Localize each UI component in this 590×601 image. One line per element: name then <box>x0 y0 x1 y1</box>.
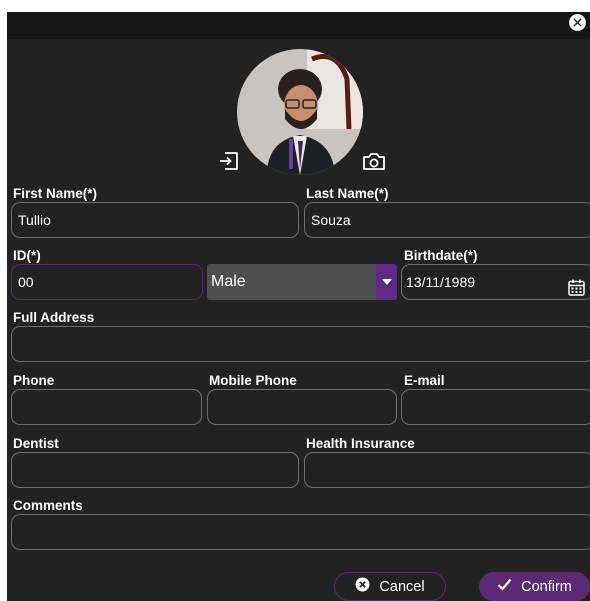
confirm-label: Confirm <box>521 578 572 595</box>
dentist-field[interactable] <box>11 452 299 488</box>
cancel-button[interactable]: Cancel <box>334 572 446 601</box>
first-name-field[interactable]: Tullio <box>11 202 299 238</box>
profile-photo <box>237 49 363 175</box>
email-label: E-mail <box>404 373 445 388</box>
patient-form-dialog: First Name(*) Last Name(*) Tullio Souza … <box>7 39 590 601</box>
x-circle-icon <box>355 577 370 596</box>
calendar-icon[interactable] <box>568 274 585 299</box>
birthdate-field[interactable]: 13/11/1989 <box>401 264 590 300</box>
mobile-phone-label: Mobile Phone <box>209 373 297 388</box>
confirm-button[interactable]: Confirm <box>479 572 590 601</box>
last-name-value: Souza <box>311 212 351 228</box>
id-value: 00 <box>18 274 34 290</box>
title-bar <box>7 12 590 39</box>
phone-field[interactable] <box>11 389 202 425</box>
dentist-label: Dentist <box>13 436 59 451</box>
comments-label: Comments <box>13 498 83 513</box>
close-icon[interactable] <box>569 14 586 31</box>
id-field[interactable]: 00 <box>11 264 203 300</box>
health-insurance-label: Health Insurance <box>306 436 415 451</box>
first-name-value: Tullio <box>18 212 51 228</box>
gender-selected-value: Male <box>211 273 246 290</box>
birthdate-value: 13/11/1989 <box>406 274 476 290</box>
camera-icon[interactable] <box>362 151 386 176</box>
last-name-label: Last Name(*) <box>306 186 389 201</box>
id-label: ID(*) <box>13 248 41 263</box>
cancel-label: Cancel <box>379 578 425 595</box>
last-name-field[interactable]: Souza <box>304 202 590 238</box>
checkmark-icon <box>497 578 512 595</box>
email-field[interactable] <box>401 389 590 425</box>
comments-field[interactable] <box>11 514 590 550</box>
full-address-field[interactable] <box>11 326 590 362</box>
health-insurance-field[interactable] <box>304 452 590 488</box>
import-photo-icon[interactable] <box>218 151 240 176</box>
birthdate-label: Birthdate(*) <box>404 248 478 263</box>
full-address-label: Full Address <box>13 310 95 325</box>
gender-select[interactable]: Male <box>207 264 397 300</box>
mobile-phone-field[interactable] <box>207 389 397 425</box>
chevron-down-icon <box>376 264 397 300</box>
first-name-label: First Name(*) <box>13 186 98 201</box>
phone-label: Phone <box>13 373 55 388</box>
